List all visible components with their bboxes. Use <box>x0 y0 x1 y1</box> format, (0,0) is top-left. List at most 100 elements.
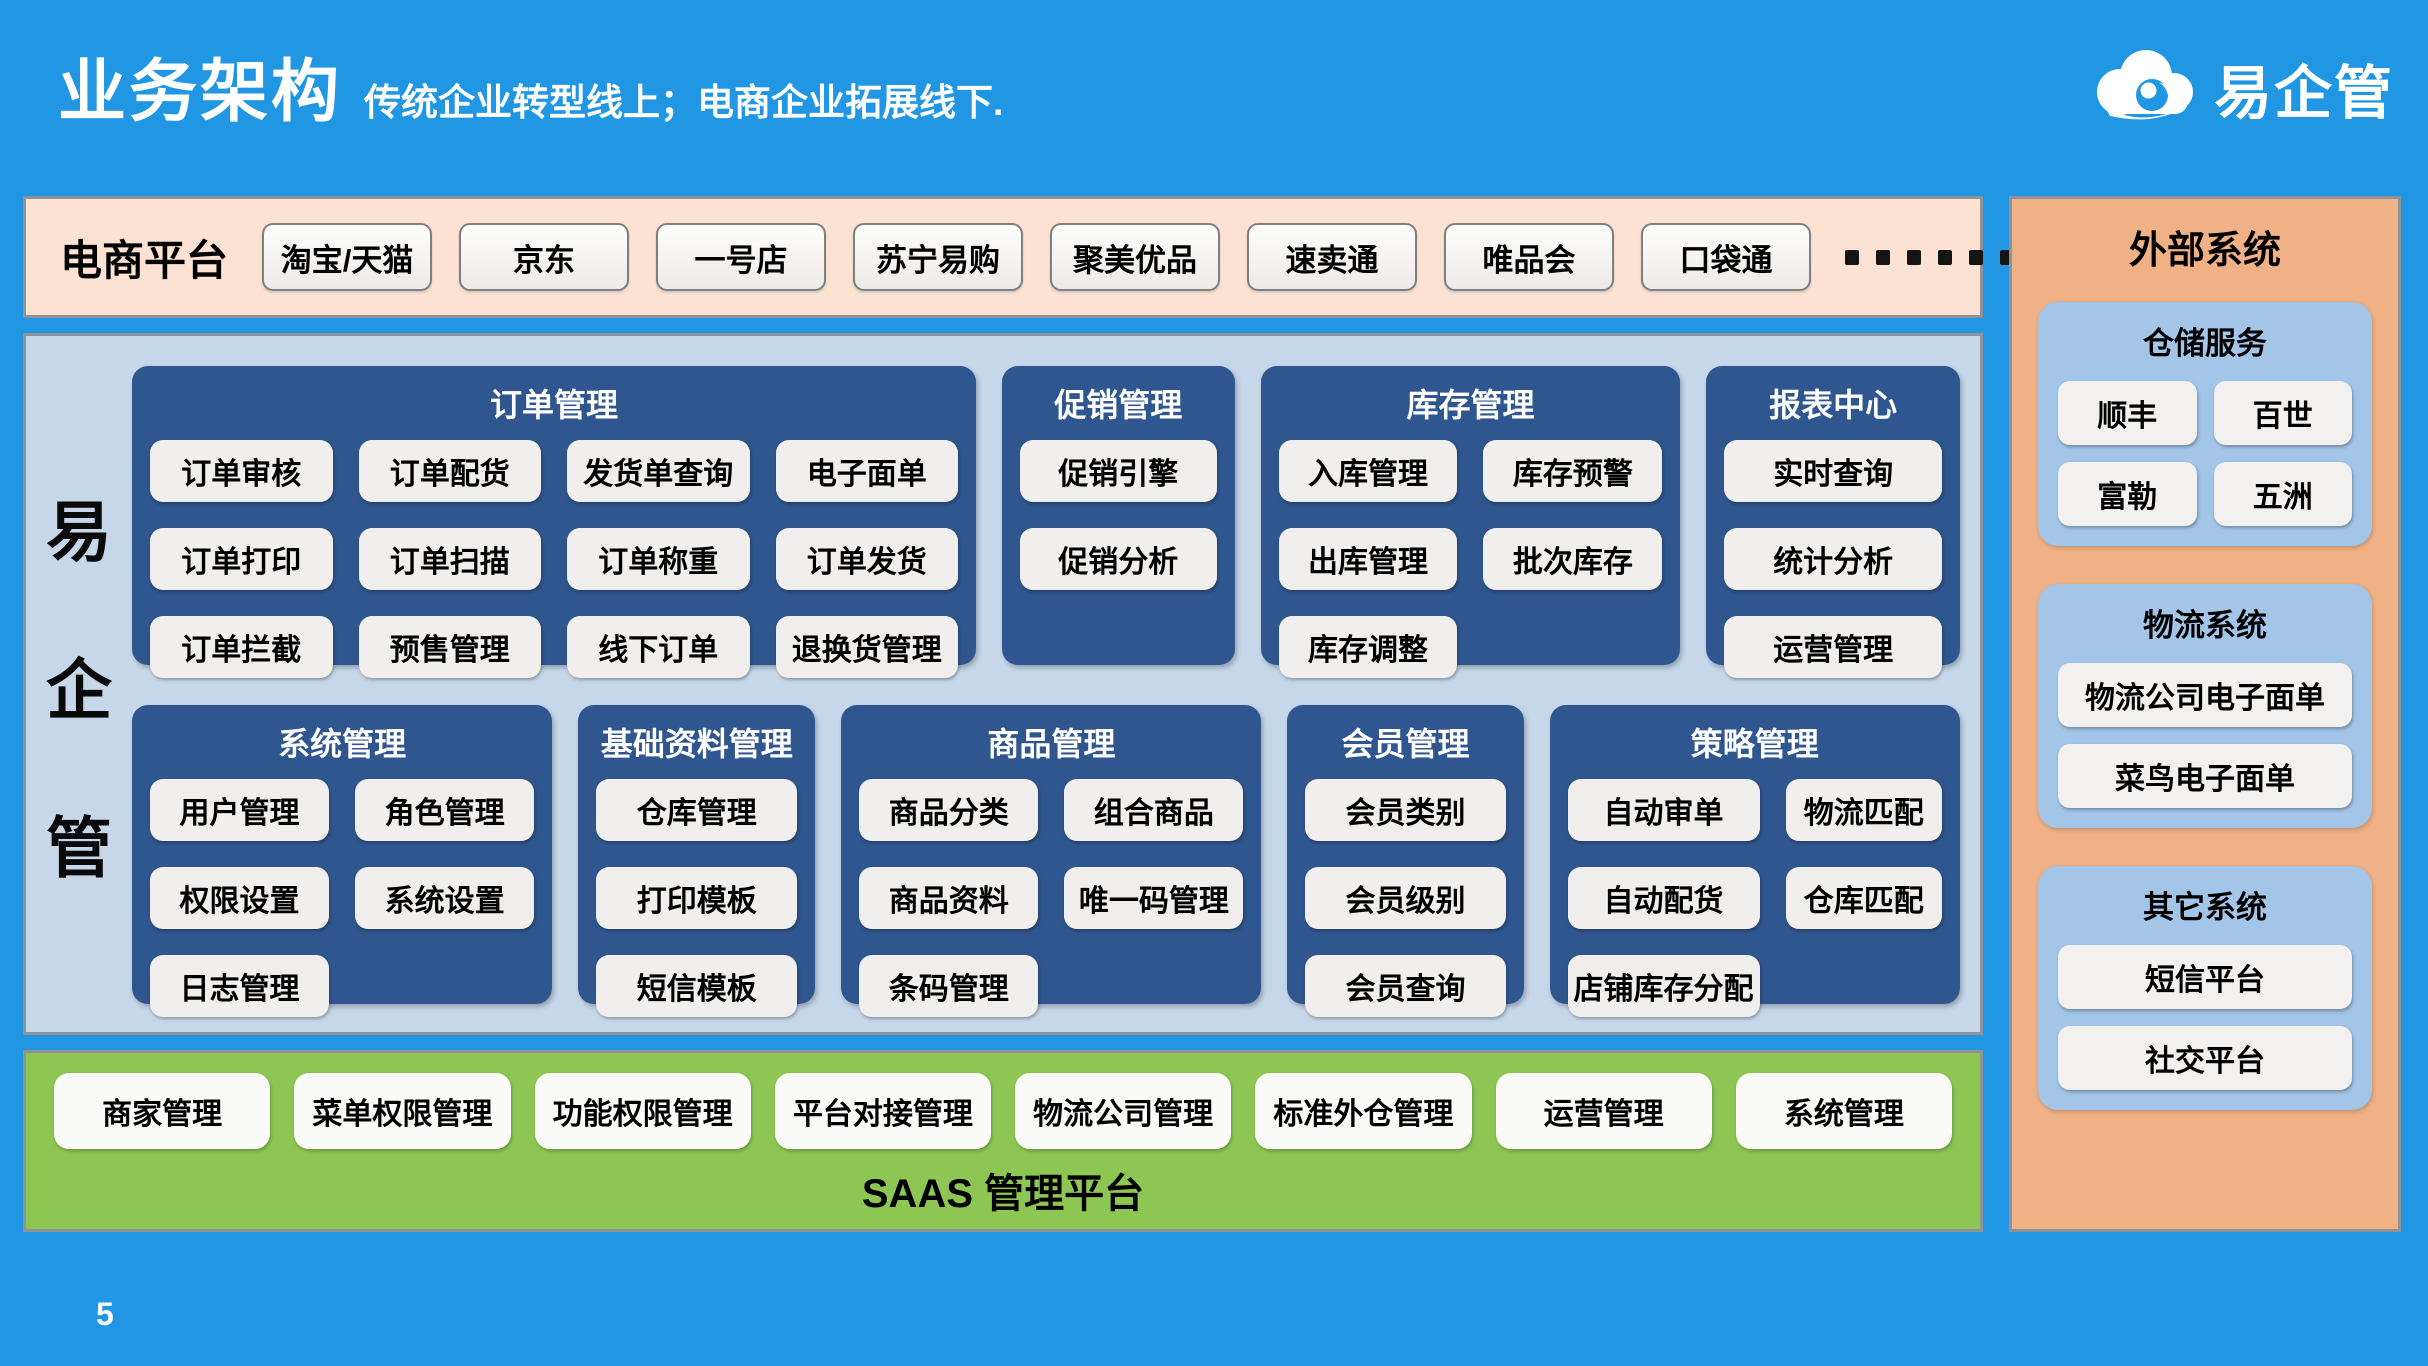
module-group: 促销管理 促销引擎 促销分析 <box>1002 366 1235 665</box>
module-button[interactable]: 线下订单 <box>567 616 750 678</box>
module-button[interactable]: 日志管理 <box>150 955 329 1017</box>
dot <box>1938 250 1952 265</box>
module-group-title: 基础资料管理 <box>596 713 797 779</box>
module-group-title: 策略管理 <box>1568 713 1942 779</box>
external-system-group: 物流系统 物流公司电子面单 菜鸟电子面单 <box>2038 584 2372 828</box>
platform-button[interactable]: 一号店 <box>656 223 826 291</box>
module-group: 策略管理 自动审单 物流匹配 自动配货 仓库匹配 店铺库存分配 <box>1550 705 1960 1004</box>
module-group-title: 系统管理 <box>150 713 534 779</box>
module-group-title: 商品管理 <box>859 713 1243 779</box>
module-button[interactable]: 入库管理 <box>1279 440 1458 502</box>
module-button[interactable]: 会员查询 <box>1305 955 1505 1017</box>
module-button[interactable]: 仓库匹配 <box>1786 867 1942 929</box>
module-button[interactable]: 电子面单 <box>776 440 959 502</box>
saas-button[interactable]: 运营管理 <box>1496 1073 1712 1149</box>
external-system-button-grid: 物流公司电子面单 菜鸟电子面单 <box>2058 663 2352 808</box>
saas-button[interactable]: 平台对接管理 <box>775 1073 991 1149</box>
ecommerce-platform-bar: 电商平台 淘宝/天猫 京东 一号店 苏宁易购 聚美优品 速卖通 唯品会 口袋通 <box>23 196 1983 318</box>
platform-button-row: 淘宝/天猫 京东 一号店 苏宁易购 聚美优品 速卖通 唯品会 口袋通 <box>262 223 1811 291</box>
module-button[interactable]: 唯一码管理 <box>1064 867 1243 929</box>
external-system-button[interactable]: 物流公司电子面单 <box>2058 663 2352 727</box>
saas-button[interactable]: 系统管理 <box>1736 1073 1952 1149</box>
module-group: 基础资料管理 仓库管理 打印模板 短信模板 <box>578 705 815 1004</box>
saas-button[interactable]: 功能权限管理 <box>535 1073 751 1149</box>
module-button[interactable]: 打印模板 <box>596 867 797 929</box>
module-button[interactable]: 退换货管理 <box>776 616 959 678</box>
external-system-button[interactable]: 社交平台 <box>2058 1026 2352 1090</box>
dot <box>1907 250 1921 265</box>
yiqiguan-module-panel: 易企管 订单管理 订单审核 订单配货 发货单查询 电子面单 订单打印 订单扫描 … <box>23 333 1983 1035</box>
module-button[interactable]: 促销引擎 <box>1020 440 1217 502</box>
external-system-group: 其它系统 短信平台 社交平台 <box>2038 866 2372 1110</box>
module-button[interactable]: 条码管理 <box>859 955 1038 1017</box>
saas-button[interactable]: 标准外仓管理 <box>1255 1073 1471 1149</box>
dot <box>1969 250 1983 265</box>
module-button[interactable]: 权限设置 <box>150 867 329 929</box>
module-button[interactable]: 实时查询 <box>1724 440 1942 502</box>
module-button[interactable]: 商品资料 <box>859 867 1038 929</box>
external-system-button[interactable]: 五洲 <box>2214 462 2353 526</box>
module-button[interactable]: 运营管理 <box>1724 616 1942 678</box>
module-button[interactable]: 自动审单 <box>1568 779 1760 841</box>
module-button[interactable]: 会员类别 <box>1305 779 1505 841</box>
saas-button[interactable]: 商家管理 <box>54 1073 270 1149</box>
module-button[interactable]: 角色管理 <box>355 779 534 841</box>
external-system-button-grid: 顺丰 百世 富勒 五洲 <box>2058 381 2352 526</box>
module-button[interactable]: 统计分析 <box>1724 528 1942 590</box>
module-button[interactable]: 预售管理 <box>359 616 542 678</box>
module-button[interactable]: 系统设置 <box>355 867 534 929</box>
vertical-label-char: 易 <box>46 479 112 575</box>
module-button[interactable]: 促销分析 <box>1020 528 1217 590</box>
module-button[interactable]: 物流匹配 <box>1786 779 1942 841</box>
module-button[interactable]: 组合商品 <box>1064 779 1243 841</box>
module-button[interactable]: 订单配货 <box>359 440 542 502</box>
external-system-group-title: 物流系统 <box>2058 600 2352 663</box>
module-group: 订单管理 订单审核 订单配货 发货单查询 电子面单 订单打印 订单扫描 订单称重… <box>132 366 976 665</box>
dot <box>1845 250 1859 265</box>
module-button[interactable]: 短信模板 <box>596 955 797 1017</box>
module-button[interactable]: 出库管理 <box>1279 528 1458 590</box>
external-system-button[interactable]: 顺丰 <box>2058 381 2197 445</box>
module-button[interactable]: 店铺库存分配 <box>1568 955 1760 1017</box>
module-button[interactable]: 仓库管理 <box>596 779 797 841</box>
module-button-grid: 会员类别 会员级别 会员查询 <box>1305 779 1505 1017</box>
external-system-group: 仓储服务 顺丰 百世 富勒 五洲 <box>2038 302 2372 546</box>
external-system-button[interactable]: 富勒 <box>2058 462 2197 526</box>
module-button[interactable]: 用户管理 <box>150 779 329 841</box>
saas-platform-bar: 商家管理 菜单权限管理 功能权限管理 平台对接管理 物流公司管理 标准外仓管理 … <box>23 1050 1983 1232</box>
module-button[interactable]: 库存调整 <box>1279 616 1458 678</box>
module-button[interactable]: 订单扫描 <box>359 528 542 590</box>
module-button[interactable]: 订单审核 <box>150 440 333 502</box>
module-button[interactable]: 订单打印 <box>150 528 333 590</box>
platform-button[interactable]: 聚美优品 <box>1050 223 1220 291</box>
saas-button[interactable]: 物流公司管理 <box>1015 1073 1231 1149</box>
platform-button[interactable]: 苏宁易购 <box>853 223 1023 291</box>
external-system-button[interactable]: 百世 <box>2214 381 2353 445</box>
external-systems-panel: 外部系统 仓储服务 顺丰 百世 富勒 五洲 物流系统 物流公司电子面单 菜鸟电子… <box>2009 196 2401 1232</box>
module-button-grid: 商品分类 组合商品 商品资料 唯一码管理 条码管理 <box>859 779 1243 1017</box>
external-system-button[interactable]: 短信平台 <box>2058 945 2352 1009</box>
module-group: 系统管理 用户管理 角色管理 权限设置 系统设置 日志管理 <box>132 705 552 1004</box>
module-button[interactable]: 订单发货 <box>776 528 959 590</box>
module-button[interactable]: 自动配货 <box>1568 867 1760 929</box>
module-button[interactable]: 会员级别 <box>1305 867 1505 929</box>
external-systems-title: 外部系统 <box>2012 219 2398 274</box>
module-button[interactable]: 发货单查询 <box>567 440 750 502</box>
external-system-button[interactable]: 菜鸟电子面单 <box>2058 744 2352 808</box>
page-subtitle: 传统企业转型线上；电商企业拓展线下. <box>364 72 1003 126</box>
module-button[interactable]: 订单拦截 <box>150 616 333 678</box>
module-group: 库存管理 入库管理 库存预警 出库管理 批次库存 库存调整 <box>1261 366 1681 665</box>
platform-button[interactable]: 速卖通 <box>1247 223 1417 291</box>
platform-button[interactable]: 京东 <box>459 223 629 291</box>
platform-button[interactable]: 唯品会 <box>1444 223 1614 291</box>
module-group: 会员管理 会员类别 会员级别 会员查询 <box>1287 705 1523 1004</box>
brand-name: 易企管 <box>2214 46 2394 130</box>
platform-button[interactable]: 淘宝/天猫 <box>262 223 432 291</box>
saas-button[interactable]: 菜单权限管理 <box>294 1073 510 1149</box>
module-button[interactable]: 订单称重 <box>567 528 750 590</box>
module-button[interactable]: 商品分类 <box>859 779 1038 841</box>
platform-button[interactable]: 口袋通 <box>1641 223 1811 291</box>
module-button[interactable]: 库存预警 <box>1483 440 1662 502</box>
module-button[interactable]: 批次库存 <box>1483 528 1662 590</box>
module-rows: 订单管理 订单审核 订单配货 发货单查询 电子面单 订单打印 订单扫描 订单称重… <box>132 366 1960 1004</box>
